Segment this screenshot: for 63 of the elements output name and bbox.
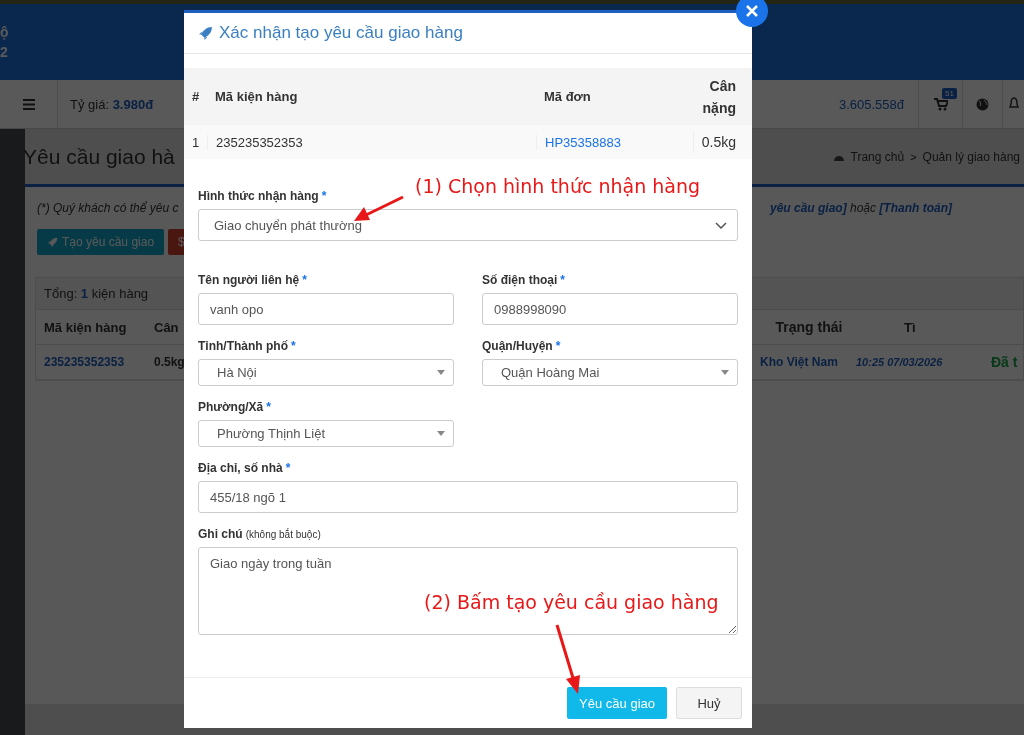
required-mark: *	[321, 189, 327, 203]
menu-icon	[22, 98, 35, 110]
brand-text: ộ	[0, 23, 9, 42]
annotation-text: (1) Chọn hình thức nhận hàng	[415, 175, 701, 197]
annotation-text: (2) Bấm tạo yêu cầu giao hàng	[424, 591, 719, 613]
field-label: Phường/Xã	[198, 400, 264, 414]
order-link[interactable]: HP35358883	[536, 134, 670, 150]
globe-icon	[976, 97, 989, 111]
annotation-arrow	[555, 624, 580, 694]
field-label: Tỉnh/Thành phố	[198, 339, 288, 353]
column-header: Cân	[154, 319, 180, 335]
column-header: #	[191, 89, 201, 104]
table-cell-text: 10:25 07/03/2026	[856, 356, 944, 368]
caret-icon	[437, 431, 445, 436]
text-field[interactable]: 0988998090	[482, 293, 738, 325]
required-mark: *	[291, 339, 296, 353]
select-field[interactable]: Giao chuyển phát thường	[198, 209, 738, 241]
text-field[interactable]: vanh opo	[198, 293, 454, 325]
column-header: Trạng thái	[774, 319, 844, 335]
page-title: Yêu cầu giao hà	[23, 144, 176, 169]
column-header: Mã đơn	[543, 89, 592, 104]
notice-text: (*) Quý khách có thể yêu c	[37, 201, 179, 215]
table-cell-text: 1	[191, 134, 201, 150]
dropdown-field[interactable]: Quận Hoàng Mai	[482, 359, 738, 386]
rocket-icon	[198, 25, 213, 41]
hint-text: (không bắt buộc)	[245, 529, 321, 540]
brand-text: 2	[0, 43, 9, 62]
chevron-down-icon	[715, 221, 727, 229]
required-mark: *	[555, 339, 561, 353]
table-cell-text: Đã t	[991, 354, 1019, 370]
annotation-arrow	[354, 195, 404, 221]
field-label: Ghi chú	[198, 527, 243, 541]
close-icon	[746, 5, 758, 17]
exchange-rate: Tỷ giá: 3.980đ	[70, 96, 154, 112]
breadcrumb-separator: >	[910, 150, 917, 163]
field-label: Hình thức nhận hàng	[198, 189, 319, 203]
text-field[interactable]: 455/18 ngõ 1	[198, 481, 738, 513]
table-cell-text: 235235352353	[44, 355, 126, 369]
required-mark: *	[266, 400, 271, 414]
dialog-title: Xác nhận tạo yêu cầu giao hàng	[219, 23, 463, 43]
field-label: Địa chỉ, số nhà	[198, 461, 283, 475]
table-cell-text: Kho Việt Nam	[760, 355, 839, 369]
column-header: Mã kiện hàng	[214, 89, 299, 104]
cart-icon	[933, 97, 948, 111]
column-header: Tì	[904, 319, 917, 335]
balance-text: 3.605.558đ	[838, 96, 904, 112]
dropdown-field[interactable]: Hà Nội	[198, 359, 454, 386]
table-cell: 235235352353	[207, 134, 536, 150]
table-cell-text: 0.5kg	[154, 355, 186, 369]
bell-icon	[1009, 97, 1019, 111]
column-header: Mã kiện hàng	[44, 319, 128, 335]
cancel-button[interactable]: Huỷ	[676, 687, 742, 719]
field-label: Quận/Huyện	[482, 339, 553, 353]
required-mark: *	[285, 461, 291, 475]
column-header: Cân nặng	[701, 76, 737, 118]
rocket-icon	[47, 236, 58, 248]
cart-badge: 51	[942, 88, 957, 99]
table-cell: 0.5kg	[692, 131, 756, 153]
close-button[interactable]	[736, 0, 768, 27]
notice-text: yêu cầu giao] hoặc [Thanh toán]	[769, 201, 952, 215]
caret-icon	[437, 370, 445, 375]
caret-icon	[721, 370, 729, 375]
dropdown-field[interactable]: Phường Thịnh Liệt	[198, 420, 454, 447]
